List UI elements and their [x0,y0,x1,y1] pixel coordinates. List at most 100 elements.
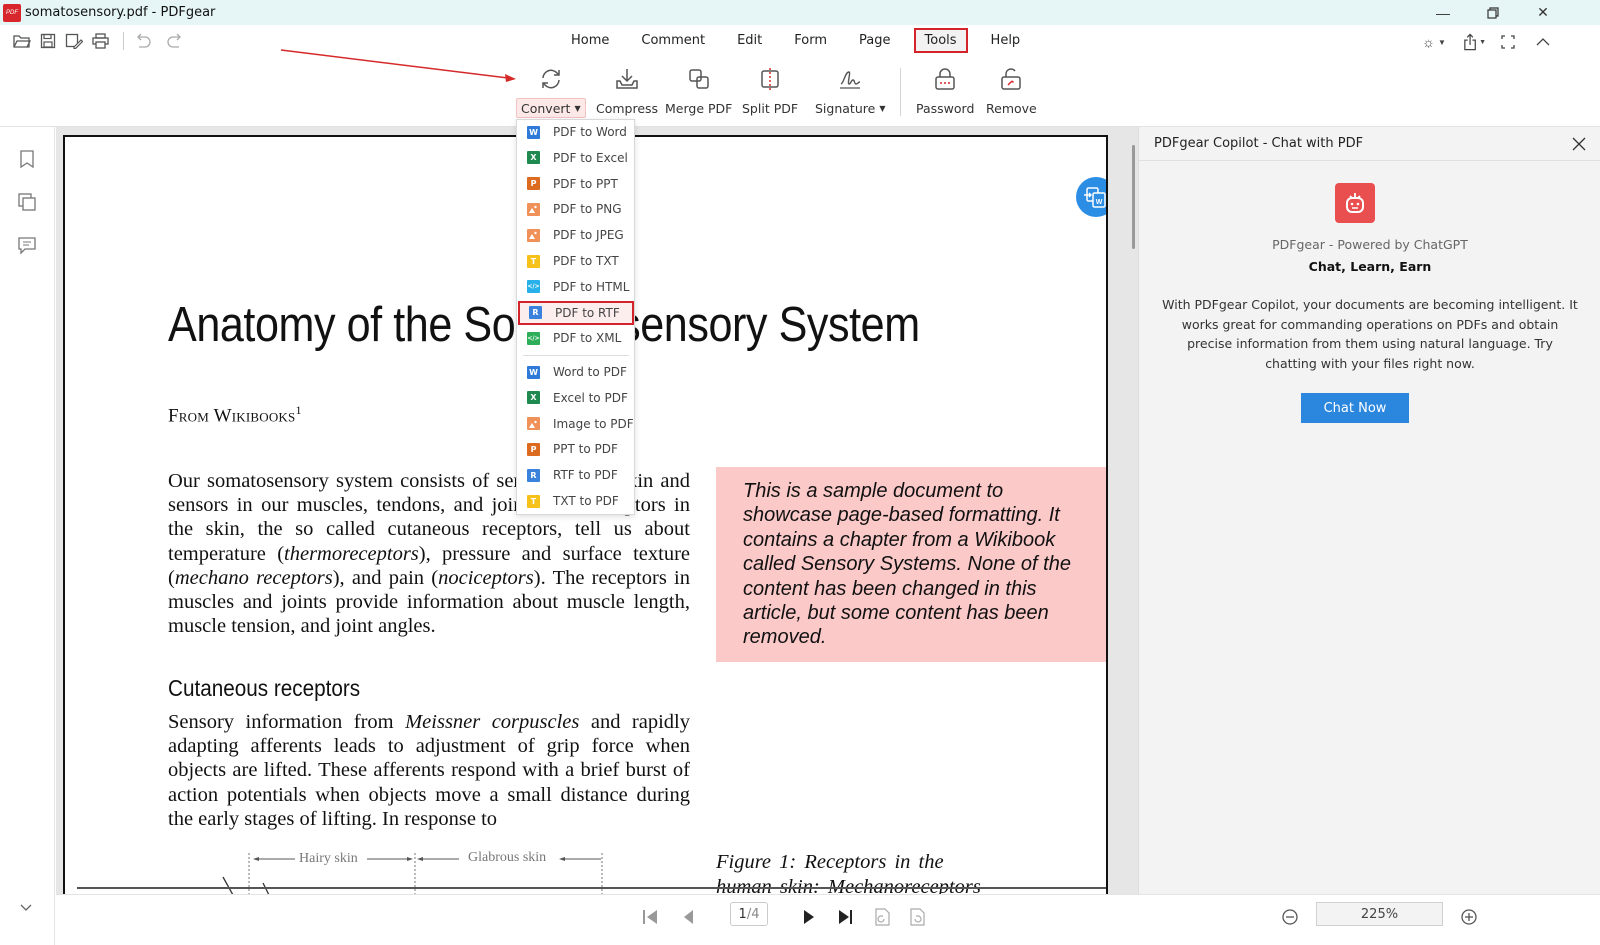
menu-item-pdf-to-word[interactable]: W PDF to Word [518,120,634,144]
collapse-ribbon-icon[interactable] [1533,32,1553,52]
menu-item-pdf-to-xml[interactable]: </> PDF to XML [518,326,634,350]
theme-sun-icon[interactable]: ☼ ▼ [1417,32,1451,52]
chevron-down-icon: ▼ [574,103,581,113]
menu-item-txt-to-pdf[interactable]: T TXT to PDF [518,489,634,513]
tab-home[interactable]: Home [562,28,618,53]
menu-item-pdf-to-excel[interactable]: X PDF to Excel [518,146,634,170]
menu-item-label: PDF to Excel [553,150,628,165]
menu-item-label: TXT to PDF [553,494,619,508]
split-pdf-label: Split PDF [742,100,799,116]
close-icon[interactable] [1571,136,1587,152]
rotate-clockwise-icon[interactable] [907,907,927,927]
pdf-to-rtf-icon: R [529,306,542,320]
pdf-to-jpeg-icon [527,228,540,242]
share-export-icon[interactable]: ▼ [1462,32,1486,52]
password-button[interactable]: Password [912,66,978,118]
menu-item-word-to-pdf[interactable]: W Word to PDF [518,360,634,384]
fullscreen-icon[interactable] [1498,32,1518,52]
password-label: Password [916,100,975,116]
menu-item-pdf-to-jpeg[interactable]: PDF to JPEG [518,223,634,247]
vertical-scrollbar[interactable] [1132,145,1135,249]
undo-icon[interactable] [133,32,153,50]
pdf-to-ppt-icon: P [527,177,540,191]
status-bar: 1/4 225% [56,894,1600,945]
sidebar-expand-chevron-icon[interactable] [18,899,34,915]
pdf-to-excel-icon: X [527,151,540,165]
menu-item-label: Excel to PDF [553,390,628,405]
first-page-icon[interactable] [640,907,660,927]
pdf-to-html-icon: </> [527,280,540,294]
close-icon[interactable]: ✕ [1518,0,1568,25]
figure-label-glabrous-skin: Glabrous skin [468,850,547,865]
previous-page-icon[interactable] [678,907,698,927]
menu-item-label: PPT to PDF [553,442,618,457]
remove-button[interactable]: Remove [982,66,1041,118]
minimize-icon[interactable]: — [1418,0,1468,25]
tab-edit[interactable]: Edit [728,28,771,53]
convert-to-word-icon: W [1084,187,1106,208]
highlighted-note: This is a sample document to showcase pa… [716,467,1106,662]
menu-item-pdf-to-png[interactable]: PDF to PNG [518,197,634,221]
save-as-icon[interactable] [64,32,84,50]
tab-comment[interactable]: Comment [632,28,714,53]
print-icon[interactable] [90,32,110,50]
chevron-down-icon: ▼ [879,103,886,113]
merge-pdf-button[interactable]: Merge PDF [661,66,736,118]
tab-tools[interactable]: Tools [913,28,968,53]
comments-icon[interactable] [17,235,37,255]
compress-label: Compress [596,100,659,116]
ppt-to-pdf-icon: P [527,442,540,456]
copilot-header: PDFgear Copilot - Chat with PDF [1139,127,1600,161]
rotate-counterclockwise-icon[interactable] [872,907,892,927]
convert-label: Convert [521,100,571,116]
menu-item-label: PDF to HTML [553,279,630,294]
restore-icon[interactable] [1468,0,1518,25]
zoom-in-icon[interactable] [1459,907,1479,927]
chat-now-button[interactable]: Chat Now [1301,393,1409,423]
menu-item-rtf-to-pdf[interactable]: R RTF to PDF [518,463,634,487]
signature-button[interactable]: Signature ▼ [811,66,889,118]
window-title: somatosensory.pdf - PDFgear [25,5,216,20]
txt-to-pdf-icon: T [527,494,540,508]
pages-thumbnail-icon[interactable] [17,192,37,212]
menu-item-pdf-to-txt[interactable]: T PDF to TXT [518,249,634,273]
left-sidebar [0,127,55,945]
next-page-icon[interactable] [799,907,819,927]
menu-item-ppt-to-pdf[interactable]: P PPT to PDF [518,437,634,461]
menu-divider [523,355,629,356]
excel-to-pdf-icon: X [527,391,540,405]
menu-item-image-to-pdf[interactable]: Image to PDF [518,412,634,436]
open-folder-icon[interactable] [12,32,32,50]
ribbon-divider [900,68,901,116]
save-icon[interactable] [38,32,58,50]
menu-item-pdf-to-html[interactable]: </> PDF to HTML [518,275,634,299]
zoom-level-input[interactable]: 225% [1316,902,1443,926]
tab-help[interactable]: Help [982,28,1030,53]
menu-item-pdf-to-ppt[interactable]: P PDF to PPT [518,172,634,196]
menu-item-pdf-to-rtf[interactable]: R PDF to RTF [518,300,634,325]
menu-item-label: PDF to JPEG [553,228,624,243]
convert-to-word-button[interactable]: W [1076,177,1106,217]
split-pdf-button[interactable]: Split PDF [738,66,802,118]
menu-tabs: Home Comment Edit Form Page Tools Help [562,28,1043,53]
bookmark-icon[interactable] [17,149,37,169]
paragraph-cutaneous: Sensory information from Meissner corpus… [168,711,690,830]
unlock-icon [1001,68,1022,90]
convert-button[interactable]: Convert ▼ [516,66,586,118]
page-number-input[interactable]: 1/4 [730,902,768,926]
compress-icon [616,69,638,89]
compress-button[interactable]: Compress [592,66,662,118]
remove-label: Remove [986,100,1037,116]
tab-form[interactable]: Form [785,28,836,53]
tab-page[interactable]: Page [850,28,899,53]
document-subtitle: From Wikibooks1 [168,403,302,427]
toolbar-divider [123,32,124,50]
menu-item-excel-to-pdf[interactable]: X Excel to PDF [518,386,634,410]
convert-dropdown-menu: W PDF to Word X PDF to Excel P PDF to PPT PDF … [516,119,635,515]
copilot-tagline: Chat, Learn, Earn [1308,259,1432,274]
copilot-description: With PDFgear Copilot, your documents are… [1162,297,1578,371]
zoom-out-icon[interactable] [1280,907,1300,927]
last-page-icon[interactable] [836,907,856,927]
redo-icon[interactable] [165,32,185,50]
menu-item-label: PDF to PPT [553,176,618,191]
